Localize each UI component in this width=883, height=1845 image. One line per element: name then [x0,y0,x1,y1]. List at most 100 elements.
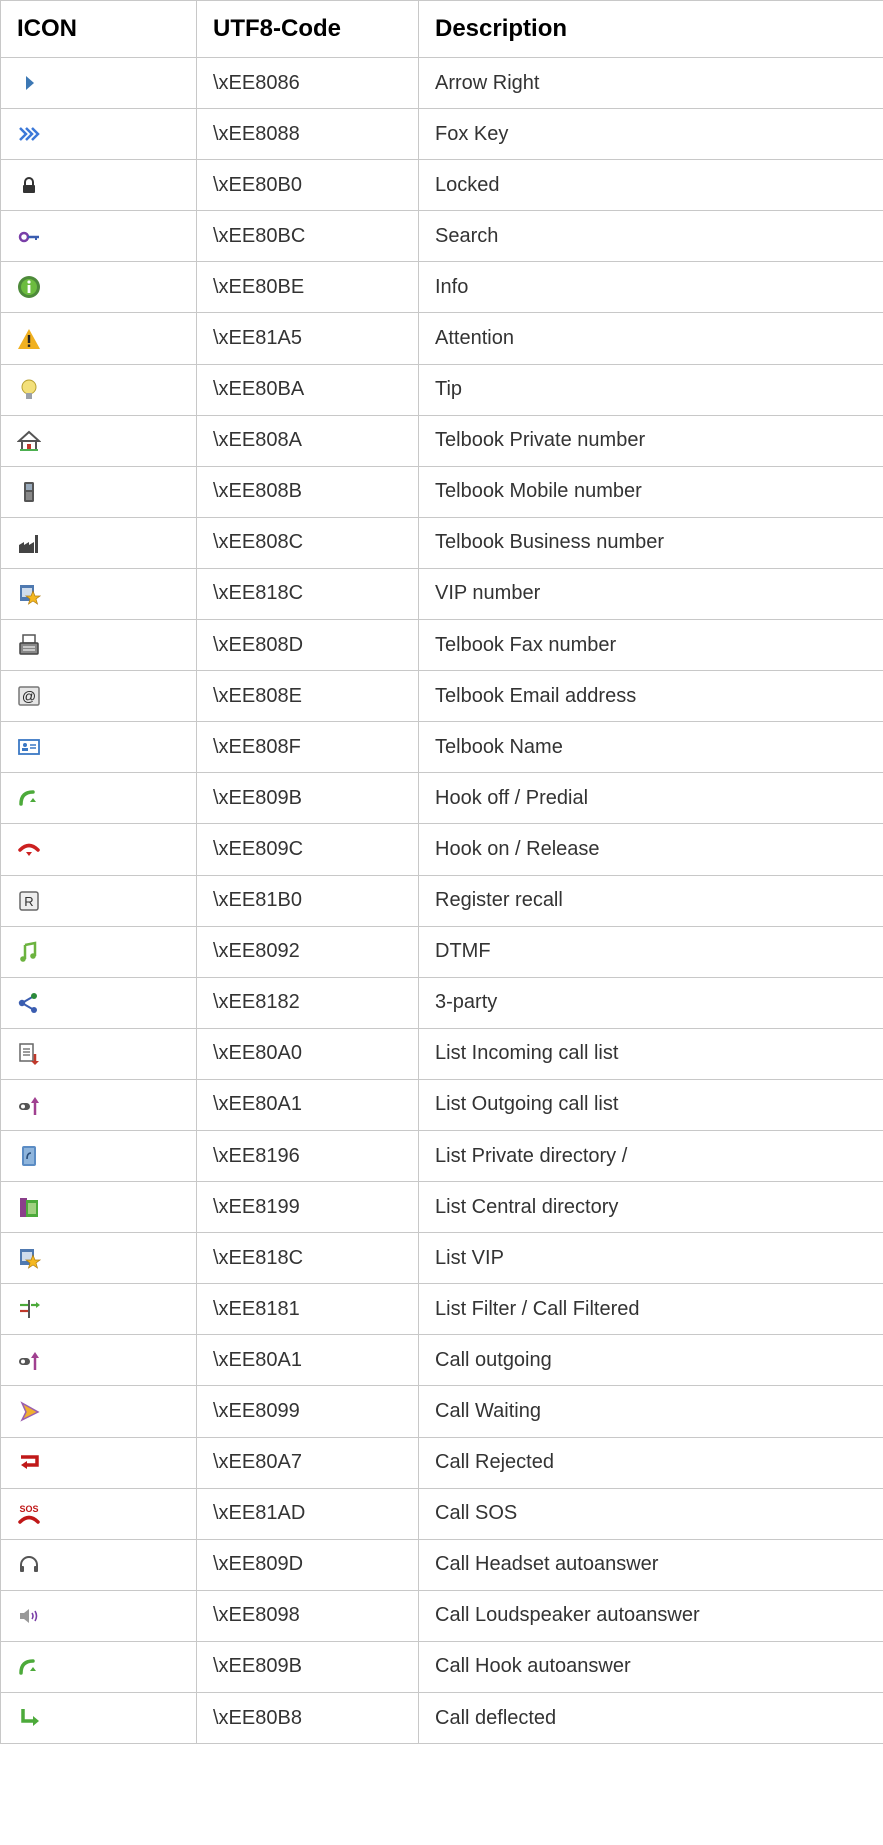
table-row: \xEE80BE Info [0,261,883,314]
register-recall-icon: R [17,889,41,913]
call-deflected-icon [17,1706,41,1730]
table-row: \xEE8182 3-party [0,976,883,1029]
private-directory-icon [17,1144,41,1168]
header-description: Description [418,0,883,58]
icon-cell [0,772,197,825]
icon-cell [0,567,197,621]
table-row: \xEE80A0 List Incoming call list [0,1027,883,1080]
icon-cell [0,210,197,263]
utf8-code-cell: \xEE80A0 [196,1027,419,1080]
outgoing-list-icon [17,1093,41,1117]
call-rejected-icon [17,1451,41,1475]
svg-text:SOS: SOS [19,1504,38,1514]
utf8-code-cell: \xEE8181 [196,1283,419,1336]
utf8-code-cell: \xEE809D [196,1538,419,1591]
icon-cell [0,1691,197,1745]
table-row: \xEE809D Call Headset autoanswer [0,1538,883,1591]
icon-cell [0,1589,197,1642]
utf8-code-cell: \xEE81B0 [196,874,419,927]
description-cell: Register recall [418,874,883,927]
description-cell: Telbook Email address [418,670,883,723]
icon-cell [0,1129,197,1183]
utf8-code-cell: \xEE8199 [196,1181,419,1234]
music-note-icon [17,940,41,964]
table-row: \xEE818C VIP number [0,567,883,621]
description-cell: Hook off / Predial [418,772,883,825]
icon-cell [0,823,197,876]
table-row: \xEE8199 List Central directory [0,1181,883,1234]
table-row: \xEE80A1 List Outgoing call list [0,1078,883,1131]
search-key-icon [17,224,41,248]
icon-cell [0,465,197,518]
table-row: \xEE808F Telbook Name [0,721,883,774]
utf8-code-cell: \xEE80B8 [196,1691,419,1745]
icon-cell [0,312,197,365]
icon-cell: R [0,874,197,927]
name-card-icon [17,735,41,759]
utf8-code-cell: \xEE80A1 [196,1334,419,1387]
description-cell: Telbook Mobile number [418,465,883,518]
description-cell: VIP number [418,567,883,621]
table-row: \xEE809C Hook on / Release [0,823,883,876]
call-outgoing-icon [17,1348,41,1372]
description-cell: Search [418,210,883,263]
warning-icon [17,327,41,351]
hook-on-icon [17,837,41,861]
arrow-right-icon [17,71,41,95]
svg-text:R: R [24,894,33,909]
vip-card-icon [17,582,41,606]
icon-cell [0,619,197,672]
house-icon [17,429,41,453]
description-cell: List Outgoing call list [418,1078,883,1131]
header-icon: ICON [0,0,197,58]
hook-autoanswer-icon [17,1655,41,1679]
description-cell: Tip [418,363,883,416]
filter-icon [17,1297,41,1321]
utf8-code-cell: \xEE81A5 [196,312,419,365]
incoming-list-icon [17,1042,41,1066]
description-cell: Telbook Business number [418,516,883,569]
table-row: \xEE808C Telbook Business number [0,516,883,569]
description-cell: Call Loudspeaker autoanswer [418,1589,883,1642]
svg-text:@: @ [22,688,36,704]
description-cell: Telbook Private number [418,414,883,467]
lock-icon [17,173,41,197]
utf8-code-cell: \xEE809B [196,1640,419,1694]
utf8-code-cell: \xEE818C [196,1232,419,1285]
description-cell: 3-party [418,976,883,1029]
icon-cell [0,108,197,161]
icon-cell [0,261,197,314]
description-cell: Attention [418,312,883,365]
utf8-code-cell: \xEE8182 [196,976,419,1029]
description-cell: Info [418,261,883,314]
icon-cell [0,56,197,110]
description-cell: Call deflected [418,1691,883,1745]
description-cell: List VIP [418,1232,883,1285]
description-cell: List Private directory / [418,1129,883,1183]
utf8-code-cell: \xEE80A7 [196,1436,419,1489]
header-row: ICON UTF8-Code Description [0,0,883,58]
utf8-code-cell: \xEE808B [196,465,419,518]
utf8-code-cell: \xEE80A1 [196,1078,419,1131]
description-cell: DTMF [418,925,883,978]
table-row: \xEE80B0 Locked [0,159,883,212]
headset-icon [17,1553,41,1577]
fox-key-icon [17,122,41,146]
table-body: \xEE8086 Arrow Right \xEE8088 Fox Key \xEE80… [0,56,883,1745]
icon-cell [0,1027,197,1080]
table-row: \xEE818C List VIP [0,1232,883,1285]
icon-cell [0,1538,197,1591]
description-cell: Call Rejected [418,1436,883,1489]
table-row: \xEE809B Hook off / Predial [0,772,883,825]
utf8-code-cell: \xEE8088 [196,108,419,161]
utf8-code-cell: \xEE8098 [196,1589,419,1642]
table-row: \xEE80B8 Call deflected [0,1691,883,1745]
description-cell: Hook on / Release [418,823,883,876]
description-cell: Call Headset autoanswer [418,1538,883,1591]
icon-cell [0,159,197,212]
table-row: \xEE808A Telbook Private number [0,414,883,467]
call-waiting-icon [17,1399,41,1423]
utf8-code-cell: \xEE80B0 [196,159,419,212]
table-row: \xEE80BA Tip [0,363,883,416]
table-row: \xEE80A7 Call Rejected [0,1436,883,1489]
